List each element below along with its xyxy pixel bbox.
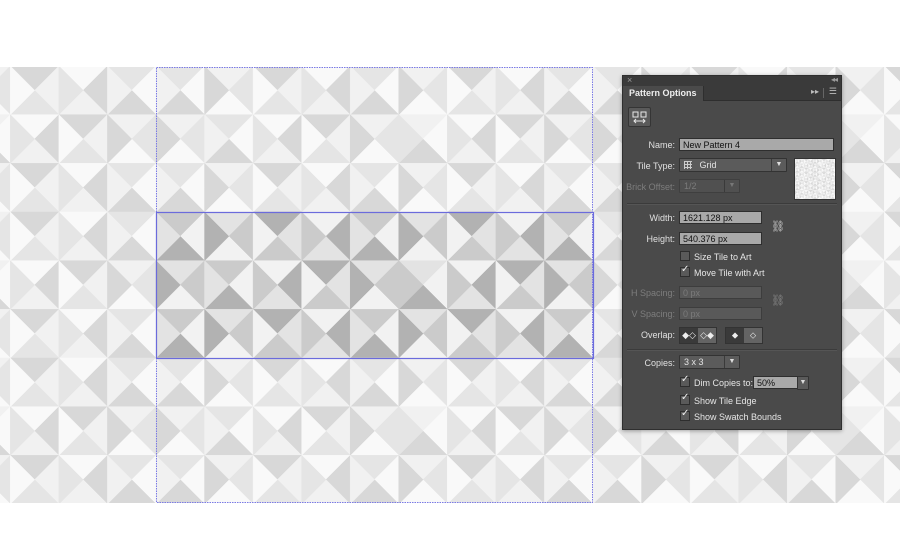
height-label: Height: [646, 234, 675, 244]
check-icon: ✓ [681, 264, 690, 275]
h-spacing-field: 0 px [679, 286, 762, 299]
name-field[interactable]: New Pattern 4 [679, 138, 834, 151]
left-in-front-button[interactable]: ◆◇ [680, 328, 698, 343]
vertical-overlap-group: ⬥ ⬦ [725, 327, 763, 344]
pattern-tile-tool-icon [632, 111, 647, 124]
checkbox-box: ✓ [680, 264, 690, 277]
dim-copies-dropdown[interactable]: ▼ [797, 376, 809, 390]
horizontal-overlap-group: ◆◇ ◇◆ [679, 327, 717, 344]
brick-offset-dropdown: 1/2 ▼ [679, 179, 740, 193]
overlap-left-front-icon: ◆◇ [682, 330, 696, 340]
grid-icon [684, 161, 692, 169]
pattern-options-panel: × ◂◂ Pattern Options ▸▸ ☰ Name: New Patt… [622, 75, 842, 430]
chevron-down-icon: ▼ [771, 159, 786, 171]
copies-value: 3 x 3 [684, 357, 704, 367]
tile-type-label: Tile Type: [636, 161, 675, 171]
overlap-right-front-icon: ◇◆ [700, 330, 714, 340]
size-tile-to-art-label: Size Tile to Art [694, 252, 752, 262]
move-tile-with-art-checkbox[interactable]: ✓ Move Tile with Art [680, 264, 765, 279]
chevron-down-icon: ▼ [799, 379, 807, 386]
tile-type-value: Grid [699, 160, 717, 170]
brick-offset-value: 1/2 [684, 181, 697, 191]
width-label: Width: [649, 213, 675, 223]
swatch-thumbnail [795, 159, 835, 199]
check-icon: ✓ [681, 374, 690, 385]
panel-tabbar: Pattern Options ▸▸ ☰ [623, 86, 841, 101]
h-spacing-label: H Spacing: [630, 288, 675, 298]
panel-menu-icon[interactable]: ☰ [829, 86, 837, 97]
v-spacing-field: 0 px [679, 307, 762, 320]
overlap-bottom-front-icon: ⬦ [749, 330, 757, 340]
size-tile-to-art-checkbox[interactable]: Size Tile to Art [680, 251, 752, 263]
forward-icon[interactable]: ▸▸ [811, 87, 819, 96]
name-label: Name: [648, 140, 675, 150]
width-field[interactable]: 1621.128 px [679, 211, 762, 224]
right-in-front-button[interactable]: ◇◆ [698, 328, 716, 343]
tab-pattern-options[interactable]: Pattern Options [623, 86, 704, 101]
tabbar-separator [823, 88, 824, 98]
collapse-icon[interactable]: ◂◂ [831, 75, 838, 84]
checkbox-box [680, 251, 690, 261]
overlap-top-front-icon: ⬥ [731, 330, 739, 340]
checkbox-box: ✓ [680, 408, 690, 421]
link-dimensions-icon[interactable]: ⛓ [771, 220, 785, 233]
dim-copies-field[interactable]: 50% [753, 376, 798, 389]
bottom-in-front-button[interactable]: ⬦ [744, 328, 762, 343]
checkbox-box: ✓ [680, 374, 690, 387]
move-tile-with-art-label: Move Tile with Art [694, 268, 765, 278]
panel-titlebar[interactable]: × ◂◂ [623, 75, 841, 86]
check-icon: ✓ [681, 392, 690, 403]
copies-dropdown[interactable]: 3 x 3 ▼ [679, 355, 740, 369]
show-tile-edge-checkbox[interactable]: ✓ Show Tile Edge [680, 392, 757, 407]
swatch-preview [794, 158, 836, 200]
chevron-down-icon: ▼ [724, 180, 739, 192]
dim-copies-label: Dim Copies to: [694, 378, 754, 388]
copies-label: Copies: [644, 358, 675, 368]
section-divider [627, 349, 837, 351]
chevron-down-icon: ▼ [724, 356, 739, 368]
checkbox-box: ✓ [680, 392, 690, 405]
pattern-tile-tool-button[interactable] [628, 107, 651, 127]
check-icon: ✓ [681, 408, 690, 419]
close-icon[interactable]: × [627, 75, 632, 85]
section-divider [627, 203, 837, 205]
link-spacing-icon: ⛓ [771, 295, 785, 307]
dim-copies-checkbox[interactable]: ✓ Dim Copies to: [680, 374, 754, 389]
show-tile-edge-label: Show Tile Edge [694, 396, 757, 406]
brick-offset-label: Brick Offset: [626, 182, 675, 192]
tile-type-dropdown[interactable]: Grid ▼ [679, 158, 787, 172]
v-spacing-label: V Spacing: [631, 309, 675, 319]
top-in-front-button[interactable]: ⬥ [726, 328, 744, 343]
show-swatch-bounds-checkbox[interactable]: ✓ Show Swatch Bounds [680, 408, 782, 423]
height-field[interactable]: 540.376 px [679, 232, 762, 245]
show-swatch-bounds-label: Show Swatch Bounds [694, 412, 782, 422]
overlap-label: Overlap: [640, 330, 675, 340]
